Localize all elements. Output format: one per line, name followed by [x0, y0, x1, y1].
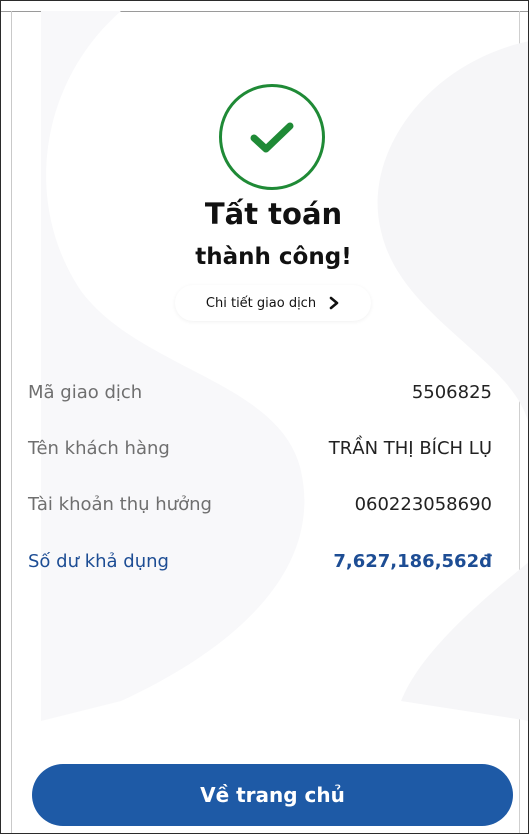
success-screen: Tất toán thành công! Chi tiết giao dịch …	[0, 0, 529, 834]
detail-value: 7,627,186,562đ	[333, 550, 492, 572]
home-button[interactable]: Về trang chủ	[32, 764, 513, 826]
detail-value: 5506825	[411, 381, 492, 403]
detail-row-transaction-id: Mã giao dịch 5506825	[28, 377, 492, 407]
success-title: Tất toán	[204, 197, 343, 231]
success-check-circle	[219, 84, 325, 190]
checkmark-icon	[250, 122, 294, 153]
detail-label: Tên khách hàng	[28, 437, 170, 459]
detail-row-available-balance: Số dư khả dụng 7,627,186,562đ	[28, 546, 492, 576]
chevron-right-icon	[329, 296, 339, 310]
detail-value: 060223058690	[354, 493, 492, 515]
detail-label: Mã giao dịch	[28, 381, 143, 403]
detail-row-beneficiary-account: Tài khoản thụ hưởng 060223058690	[28, 489, 492, 519]
detail-value: TRẦN THỊ BÍCH LỤ	[328, 437, 492, 459]
detail-label: Tài khoản thụ hưởng	[28, 493, 212, 515]
detail-label: Số dư khả dụng	[28, 550, 169, 572]
transaction-detail-label: Chi tiết giao dịch	[205, 295, 317, 311]
success-subtitle: thành công!	[195, 244, 352, 270]
transaction-detail-link[interactable]: Chi tiết giao dịch	[175, 285, 371, 321]
detail-row-customer-name: Tên khách hàng TRẦN THỊ BÍCH LỤ	[28, 433, 492, 463]
